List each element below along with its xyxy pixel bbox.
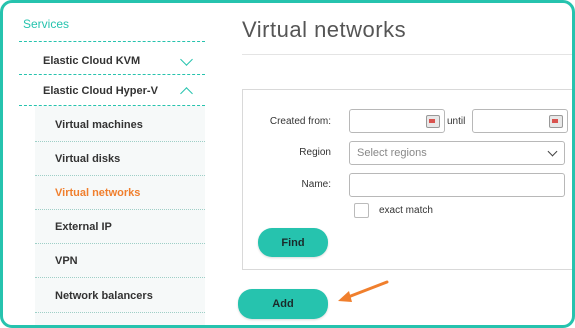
sidebar-divider [35,243,205,244]
sidebar-divider [19,41,205,42]
created-from-label: Created from: [269,116,331,127]
add-button[interactable]: Add [238,289,328,319]
sidebar-divider [35,209,205,210]
chevron-down-icon [180,53,193,66]
sidebar-item-virtual-machines[interactable]: Virtual machines [55,119,225,131]
app-frame: Services Elastic Cloud KVM Elastic Cloud… [0,0,575,328]
region-label: Region [299,147,331,158]
calendar-icon[interactable] [549,115,563,128]
filter-panel: Created from: until Region Select region… [242,89,572,270]
title-divider [242,54,572,55]
name-input[interactable] [349,173,565,197]
calendar-icon[interactable] [426,115,440,128]
sidebar-item-virtual-disks[interactable]: Virtual disks [55,153,225,165]
sidebar-group-elastic-cloud-kvm[interactable]: Elastic Cloud KVM [43,53,205,67]
region-placeholder: Select regions [357,147,427,159]
sidebar-divider [35,277,205,278]
exact-match-checkbox[interactable] [354,203,369,218]
sidebar-divider [35,175,205,176]
until-input[interactable] [472,109,568,133]
created-from-input[interactable] [349,109,445,133]
page-title: Virtual networks [242,17,407,42]
sidebar-item-virtual-networks[interactable]: Virtual networks [55,187,225,199]
name-label: Name: [301,179,331,190]
sidebar: Services Elastic Cloud KVM Elastic Cloud… [19,3,205,325]
until-label: until [447,116,466,127]
sidebar-divider [35,141,205,142]
find-button[interactable]: Find [258,228,328,257]
arrow-annotation-icon [338,280,389,302]
sidebar-item-external-ip[interactable]: External IP [55,221,225,233]
sidebar-section-title: Services [23,17,70,31]
sidebar-group-label: Elastic Cloud Hyper-V [43,85,158,97]
region-select[interactable]: Select regions [349,141,565,165]
sidebar-group-label: Elastic Cloud KVM [43,55,141,67]
sidebar-item-network-balancers[interactable]: Network balancers [55,290,225,302]
sidebar-divider [35,312,205,313]
exact-match-label: exact match [379,205,433,216]
sidebar-divider [19,74,205,75]
sidebar-item-vpn[interactable]: VPN [55,255,225,267]
chevron-down-icon [547,146,558,157]
chevron-up-icon [180,87,193,100]
sidebar-group-elastic-cloud-hyper-v[interactable]: Elastic Cloud Hyper-V [43,85,205,100]
